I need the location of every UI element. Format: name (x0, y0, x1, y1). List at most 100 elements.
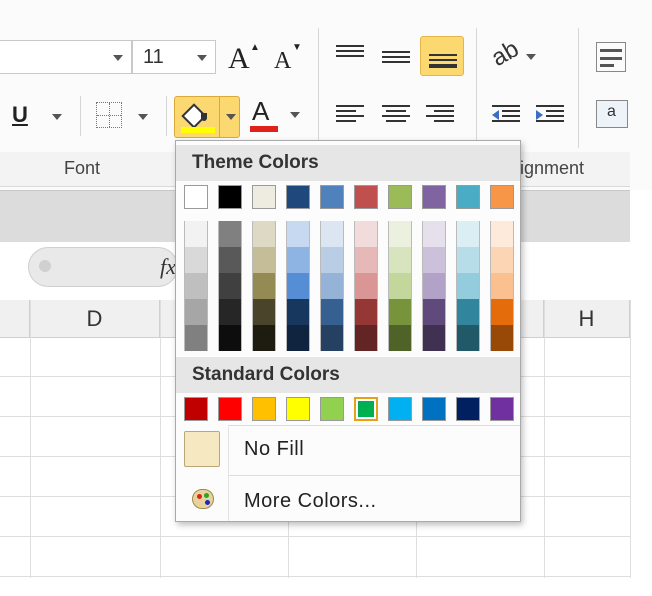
theme-shade-olive-green-5[interactable] (388, 325, 412, 351)
theme-shade-aqua-2[interactable] (456, 247, 480, 273)
theme-shade-olive-green-4[interactable] (388, 299, 412, 325)
theme-swatch-red[interactable] (354, 185, 378, 209)
theme-shade-tan-2[interactable] (252, 247, 276, 273)
theme-swatch-purple[interactable] (422, 185, 446, 209)
standard-swatch-10[interactable] (490, 397, 514, 421)
theme-shade-red-3[interactable] (354, 273, 378, 299)
align-left-button[interactable] (336, 102, 364, 130)
top-align-button[interactable] (336, 42, 364, 70)
theme-shade-orange-4[interactable] (490, 299, 514, 325)
theme-shade-black-1[interactable] (218, 221, 242, 247)
chevron-down-icon[interactable] (138, 114, 148, 120)
theme-shade-blue-1[interactable] (320, 221, 344, 247)
theme-shade-orange-1[interactable] (490, 221, 514, 247)
theme-shade-dark-blue-4[interactable] (286, 299, 310, 325)
theme-swatch-tan[interactable] (252, 185, 276, 209)
column-header-h[interactable]: H (544, 300, 630, 338)
chevron-down-icon[interactable] (290, 112, 300, 118)
theme-shade-white-3[interactable] (184, 273, 208, 299)
theme-shade-black-4[interactable] (218, 299, 242, 325)
increase-indent-button[interactable] (536, 102, 564, 130)
theme-swatch-blue[interactable] (320, 185, 344, 209)
theme-shade-black-5[interactable] (218, 325, 242, 351)
theme-shade-dark-blue-1[interactable] (286, 221, 310, 247)
theme-shade-white-2[interactable] (184, 247, 208, 273)
standard-swatch-6[interactable] (354, 397, 378, 421)
theme-shade-red-1[interactable] (354, 221, 378, 247)
theme-shade-purple-4[interactable] (422, 299, 446, 325)
theme-swatch-black[interactable] (218, 185, 242, 209)
theme-shade-dark-blue-3[interactable] (286, 273, 310, 299)
theme-shade-olive-green-2[interactable] (388, 247, 412, 273)
theme-shade-tan-3[interactable] (252, 273, 276, 299)
chevron-down-icon[interactable] (226, 114, 236, 120)
standard-swatch-5[interactable] (320, 397, 344, 421)
theme-shade-tan-1[interactable] (252, 221, 276, 247)
standard-swatch-3[interactable] (252, 397, 276, 421)
orientation-button[interactable]: ab (487, 35, 540, 74)
grow-font-button[interactable]: A ▲ (224, 38, 260, 76)
theme-shade-olive-green-3[interactable] (388, 273, 412, 299)
theme-shade-black-3[interactable] (218, 273, 242, 299)
theme-swatch-white[interactable] (184, 185, 208, 209)
align-center-button[interactable] (382, 102, 410, 130)
theme-shade-blue-2[interactable] (320, 247, 344, 273)
font-name-combo[interactable] (0, 40, 132, 74)
theme-shade-orange-3[interactable] (490, 273, 514, 299)
theme-shade-red-2[interactable] (354, 247, 378, 273)
chevron-down-icon[interactable] (526, 54, 536, 60)
theme-shade-dark-blue-5[interactable] (286, 325, 310, 351)
font-size-combo[interactable]: 11 (132, 40, 216, 74)
theme-shade-aqua-4[interactable] (456, 299, 480, 325)
borders-button[interactable] (96, 100, 154, 134)
standard-swatch-9[interactable] (456, 397, 480, 421)
column-header-g[interactable] (520, 300, 544, 338)
align-right-button[interactable] (426, 102, 454, 130)
middle-align-button[interactable] (382, 48, 410, 76)
theme-shade-blue-5[interactable] (320, 325, 344, 351)
theme-shade-dark-blue-2[interactable] (286, 247, 310, 273)
theme-shade-purple-5[interactable] (422, 325, 446, 351)
decrease-indent-button[interactable] (492, 102, 520, 130)
theme-swatch-dark-blue[interactable] (286, 185, 310, 209)
standard-swatch-2[interactable] (218, 397, 242, 421)
name-box[interactable] (28, 247, 178, 287)
standard-swatch-7[interactable] (388, 397, 412, 421)
function-icon[interactable]: fx (160, 254, 176, 280)
shrink-font-button[interactable]: A ▼ (270, 38, 306, 76)
theme-swatch-olive-green[interactable] (388, 185, 412, 209)
theme-shade-olive-green-1[interactable] (388, 221, 412, 247)
theme-shade-purple-2[interactable] (422, 247, 446, 273)
theme-shade-aqua-1[interactable] (456, 221, 480, 247)
theme-shade-red-5[interactable] (354, 325, 378, 351)
theme-shade-blue-3[interactable] (320, 273, 344, 299)
standard-swatch-1[interactable] (184, 397, 208, 421)
theme-shade-white-5[interactable] (184, 325, 208, 351)
wrap-text-button[interactable] (596, 42, 626, 72)
standard-swatch-4[interactable] (286, 397, 310, 421)
theme-swatch-orange[interactable] (490, 185, 514, 209)
theme-shade-white-4[interactable] (184, 299, 208, 325)
fill-color-button[interactable] (174, 96, 240, 138)
theme-shade-white-1[interactable] (184, 221, 208, 247)
theme-shade-tan-4[interactable] (252, 299, 276, 325)
column-header-c[interactable] (0, 300, 30, 338)
theme-shade-blue-4[interactable] (320, 299, 344, 325)
chevron-down-icon[interactable] (113, 55, 123, 61)
theme-shade-red-4[interactable] (354, 299, 378, 325)
bottom-align-button[interactable] (420, 36, 464, 76)
theme-shade-black-2[interactable] (218, 247, 242, 273)
chevron-down-icon[interactable] (197, 55, 207, 61)
chevron-down-icon[interactable] (52, 114, 62, 120)
theme-shade-tan-5[interactable] (252, 325, 276, 351)
theme-shade-purple-1[interactable] (422, 221, 446, 247)
theme-shade-purple-3[interactable] (422, 273, 446, 299)
column-header-d[interactable]: D (30, 300, 160, 338)
underline-button[interactable]: U (12, 100, 66, 134)
theme-swatch-aqua[interactable] (456, 185, 480, 209)
merge-center-button[interactable]: a (596, 100, 628, 128)
font-color-button[interactable]: A (248, 96, 304, 138)
theme-shade-orange-5[interactable] (490, 325, 514, 351)
theme-shade-aqua-3[interactable] (456, 273, 480, 299)
theme-shade-orange-2[interactable] (490, 247, 514, 273)
